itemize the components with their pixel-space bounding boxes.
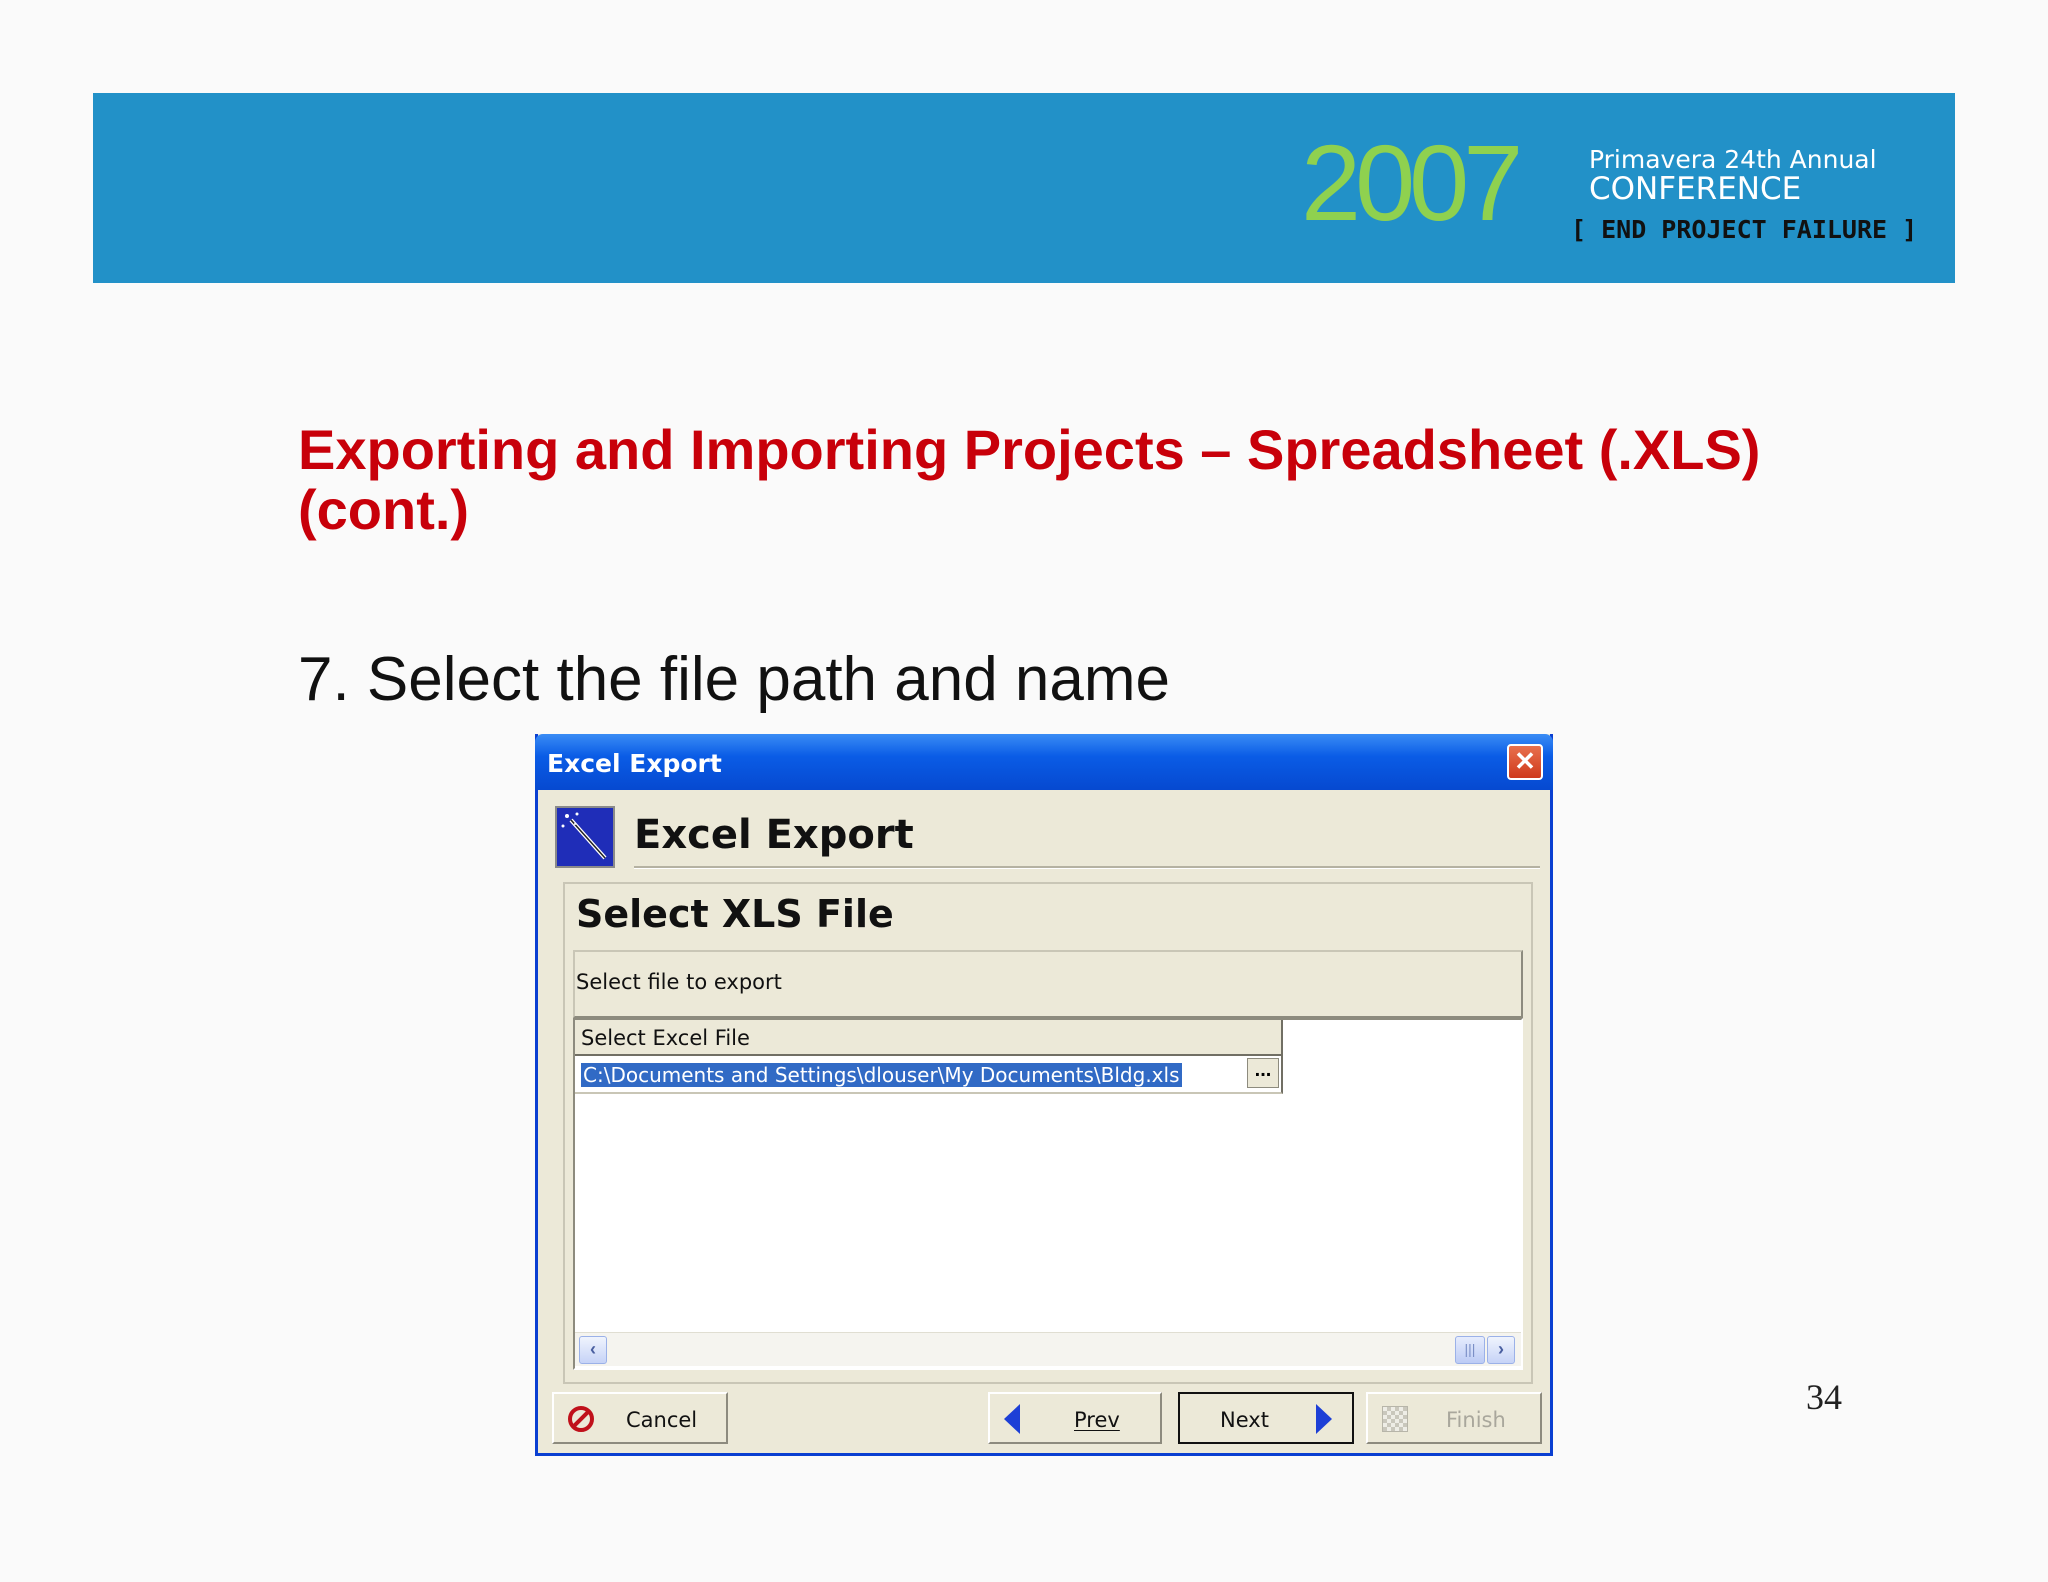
conference-banner: 2007 Primavera 24th Annual CONFERENCE [ …: [93, 93, 1955, 283]
dialog-title: Excel Export: [547, 749, 722, 778]
scroll-thumb[interactable]: |||: [1455, 1336, 1485, 1364]
close-icon[interactable]: ✕: [1507, 744, 1543, 780]
header-divider: [634, 866, 1540, 869]
panel-title: Select XLS File: [576, 892, 894, 936]
next-button-label: Next: [1220, 1408, 1269, 1432]
finish-button[interactable]: Finish: [1366, 1392, 1542, 1444]
finish-flag-icon: [1382, 1406, 1408, 1432]
prev-button[interactable]: Prev: [988, 1392, 1162, 1444]
page-number: 34: [1806, 1377, 1842, 1417]
next-arrow-icon: [1316, 1404, 1332, 1434]
file-path-input[interactable]: C:\Documents and Settings\dlouser\My Doc…: [581, 1063, 1182, 1087]
cancel-button[interactable]: Cancel: [552, 1392, 728, 1444]
browse-button[interactable]: ...: [1247, 1058, 1279, 1088]
panel-description: Select file to export: [576, 970, 782, 994]
scroll-right-icon[interactable]: ›: [1487, 1336, 1515, 1364]
file-path-cell[interactable]: C:\Documents and Settings\dlouser\My Doc…: [575, 1056, 1283, 1094]
column-header[interactable]: Select Excel File: [575, 1020, 1283, 1056]
finish-button-label: Finish: [1446, 1408, 1506, 1432]
cancel-button-label: Cancel: [626, 1408, 698, 1432]
scroll-left-icon[interactable]: ‹: [579, 1336, 607, 1364]
horizontal-scrollbar[interactable]: ‹ ||| ›: [575, 1332, 1521, 1366]
banner-line-1: Primavera 24th Annual: [1589, 145, 1877, 174]
wizard-wand-icon: [555, 806, 615, 868]
banner-line-2: CONFERENCE: [1589, 171, 1802, 207]
step-instruction: 7. Select the file path and name: [298, 645, 1171, 714]
dialog-titlebar[interactable]: Excel Export ✕: [535, 734, 1553, 790]
prev-button-label: Prev: [1074, 1408, 1120, 1432]
column-header-label: Select Excel File: [581, 1026, 750, 1050]
next-button[interactable]: Next: [1178, 1392, 1354, 1444]
prev-arrow-icon: [1004, 1404, 1020, 1434]
slide-title: Exporting and Importing Projects – Sprea…: [298, 418, 1761, 541]
excel-export-dialog: Excel Export ✕ Excel Export Select XLS F…: [535, 734, 1553, 1456]
wizard-header-title: Excel Export: [634, 812, 914, 858]
banner-tagline: [ END PROJECT FAILURE ]: [1571, 215, 1918, 244]
banner-year: 2007: [1301, 122, 1523, 243]
cancel-icon: [568, 1406, 594, 1432]
